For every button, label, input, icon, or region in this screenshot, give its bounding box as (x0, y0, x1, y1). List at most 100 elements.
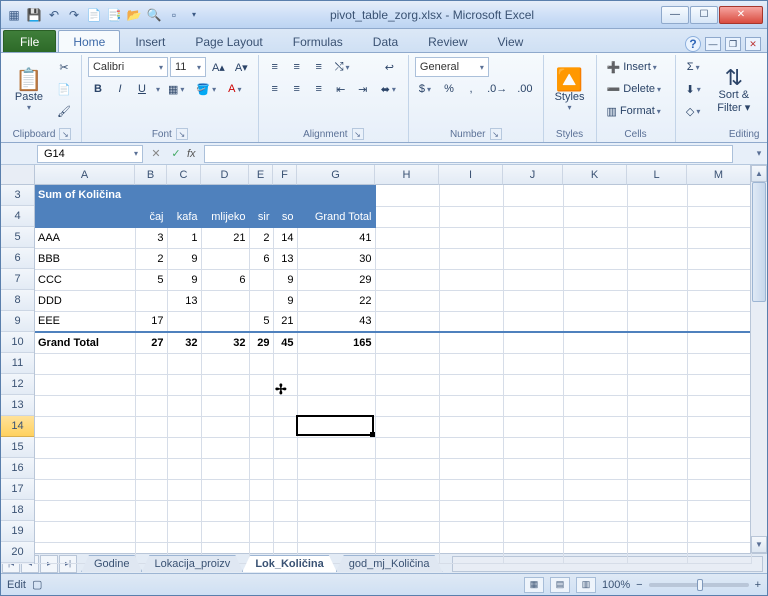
cell[interactable] (439, 374, 503, 395)
cell[interactable] (135, 353, 167, 374)
cell[interactable] (563, 437, 627, 458)
cell[interactable] (687, 479, 751, 500)
cell[interactable] (273, 353, 297, 374)
row-header[interactable]: 14 (1, 416, 34, 437)
normal-view-icon[interactable]: ▦ (524, 577, 544, 593)
cell[interactable] (627, 353, 687, 374)
cell[interactable] (201, 521, 249, 542)
cell[interactable] (503, 479, 563, 500)
cell[interactable] (375, 185, 439, 206)
pivot-value[interactable] (167, 311, 201, 332)
cell[interactable] (201, 458, 249, 479)
column-header[interactable]: M (687, 165, 751, 185)
increase-font-icon[interactable]: A▴ (208, 57, 229, 77)
column-header[interactable]: E (249, 165, 273, 185)
cell[interactable] (167, 353, 201, 374)
cell[interactable] (297, 458, 375, 479)
cell[interactable] (439, 269, 503, 290)
cell[interactable] (563, 185, 627, 206)
cell[interactable] (627, 521, 687, 542)
cell[interactable] (201, 416, 249, 437)
cell-styles-button[interactable]: 🔼 Styles ▾ (550, 57, 590, 123)
row-header[interactable]: 13 (1, 395, 34, 416)
minimize-button[interactable]: — (661, 6, 689, 24)
cell[interactable] (167, 521, 201, 542)
pivot-value[interactable]: 5 (135, 269, 167, 290)
sort-filter-button[interactable]: ⇅ Sort & Filter ▾ (711, 57, 757, 123)
decrease-font-icon[interactable]: A▾ (231, 57, 252, 77)
cell[interactable] (273, 521, 297, 542)
cell[interactable] (249, 395, 273, 416)
cell[interactable] (375, 227, 439, 248)
cell[interactable] (167, 479, 201, 500)
cell[interactable] (35, 479, 135, 500)
cell[interactable] (249, 416, 273, 437)
cell[interactable] (375, 269, 439, 290)
cell[interactable] (627, 248, 687, 269)
pivot-grand-value[interactable]: 32 (167, 332, 201, 353)
chevron-down-icon[interactable]: ▾ (132, 149, 140, 158)
grid-cells[interactable]: Sum of KoličinačajkafamlijekosirsoGrand … (35, 185, 767, 564)
cell[interactable] (687, 521, 751, 542)
cell[interactable] (375, 206, 439, 227)
cell[interactable] (35, 437, 135, 458)
cell[interactable] (627, 500, 687, 521)
cell[interactable] (503, 542, 563, 563)
cell[interactable] (135, 416, 167, 437)
zoom-in-icon[interactable]: + (755, 579, 761, 591)
cell[interactable] (503, 290, 563, 311)
enter-formula-icon[interactable]: ✓ (167, 145, 185, 163)
cell[interactable] (503, 185, 563, 206)
cell[interactable] (563, 332, 627, 353)
cell[interactable] (249, 521, 273, 542)
cell[interactable] (563, 374, 627, 395)
pivot-value[interactable]: 14 (273, 227, 297, 248)
pivot-grand-value[interactable]: 29 (249, 332, 273, 353)
cell[interactable] (297, 437, 375, 458)
dialog-launcher-icon[interactable]: ↘ (490, 128, 502, 140)
pivot-value[interactable]: 2 (249, 227, 273, 248)
cell[interactable] (503, 395, 563, 416)
pivot-value[interactable]: 5 (249, 311, 273, 332)
pivot-value[interactable]: 6 (201, 269, 249, 290)
tab-page-layout[interactable]: Page Layout (180, 30, 277, 52)
save-icon[interactable]: 💾 (25, 6, 43, 24)
cell[interactable] (627, 374, 687, 395)
cell[interactable] (135, 395, 167, 416)
cell[interactable] (503, 269, 563, 290)
cell[interactable] (375, 374, 439, 395)
accounting-format-icon[interactable]: $▾ (415, 79, 437, 99)
cell[interactable] (273, 458, 297, 479)
align-left-icon[interactable]: ≡ (265, 79, 285, 99)
increase-indent-icon[interactable]: ⇥ (353, 79, 373, 99)
sheet-tab[interactable]: Godine (81, 555, 142, 572)
pivot-value[interactable]: 29 (297, 269, 375, 290)
bold-button[interactable]: B (88, 79, 108, 99)
column-header[interactable]: L (627, 165, 687, 185)
pivot-grand-label[interactable]: Grand Total (35, 332, 135, 353)
pivot-value[interactable]: 6 (249, 248, 273, 269)
cell[interactable] (201, 395, 249, 416)
pivot-row-label[interactable]: CCC (35, 269, 135, 290)
row-header[interactable]: 17 (1, 479, 34, 500)
undo-icon[interactable]: ↶ (45, 6, 63, 24)
cell[interactable] (439, 332, 503, 353)
row-header[interactable]: 4 (1, 206, 34, 227)
cell[interactable] (249, 458, 273, 479)
formula-bar[interactable] (204, 145, 733, 163)
cell[interactable] (135, 479, 167, 500)
mdi-minimize-icon[interactable]: — (705, 37, 721, 51)
cell[interactable] (627, 227, 687, 248)
cell[interactable] (563, 353, 627, 374)
cell[interactable] (563, 458, 627, 479)
cell[interactable] (201, 374, 249, 395)
cell[interactable] (687, 227, 751, 248)
cell[interactable] (167, 374, 201, 395)
cell[interactable] (503, 227, 563, 248)
pivot-col-label[interactable]: sir (249, 206, 273, 227)
cell[interactable] (297, 353, 375, 374)
row-header[interactable]: 19 (1, 521, 34, 542)
cell[interactable] (627, 332, 687, 353)
decrease-decimal-icon[interactable]: .00 (513, 79, 536, 99)
cell[interactable] (627, 416, 687, 437)
